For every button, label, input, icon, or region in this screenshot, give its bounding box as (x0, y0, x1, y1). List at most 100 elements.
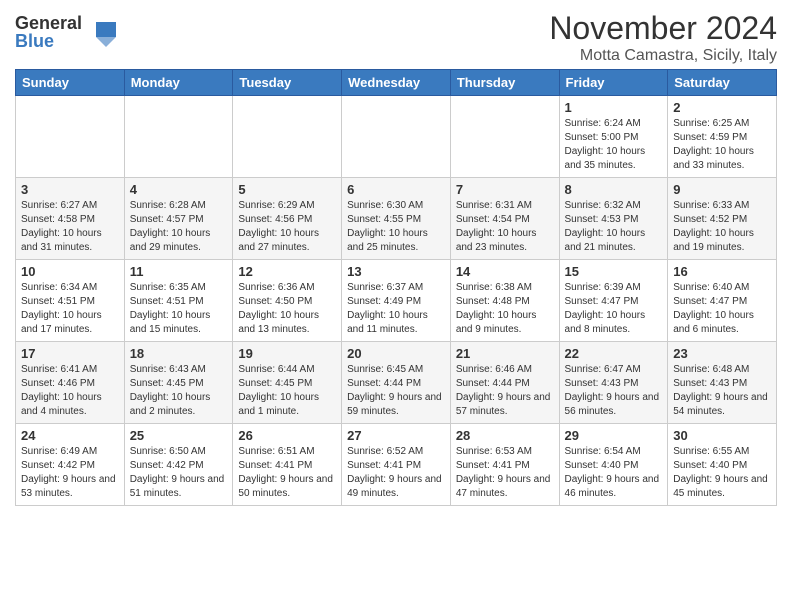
day-cell: 8 Sunrise: 6:32 AM Sunset: 4:53 PM Daylig… (559, 178, 668, 260)
title-area: November 2024 Motta Camastra, Sicily, It… (549, 10, 777, 65)
day-info: Sunrise: 6:32 AM Sunset: 4:53 PM Dayligh… (565, 199, 663, 255)
day-cell (342, 96, 451, 178)
day-info: Sunrise: 6:49 AM Sunset: 4:42 PM Dayligh… (21, 445, 119, 501)
week-row-1: 1 Sunrise: 6:24 AM Sunset: 5:00 PM Daylig… (16, 96, 777, 178)
col-header-saturday: Saturday (668, 70, 777, 96)
day-info: Sunrise: 6:38 AM Sunset: 4:48 PM Dayligh… (456, 281, 554, 337)
day-number: 9 (673, 182, 771, 197)
week-row-4: 17 Sunrise: 6:41 AM Sunset: 4:46 PM Dayli… (16, 342, 777, 424)
day-cell (16, 96, 125, 178)
day-info: Sunrise: 6:51 AM Sunset: 4:41 PM Dayligh… (238, 445, 336, 501)
day-info: Sunrise: 6:25 AM Sunset: 4:59 PM Dayligh… (673, 117, 771, 173)
day-number: 22 (565, 346, 663, 361)
month-title: November 2024 (549, 10, 777, 47)
day-cell: 16Sunrise: 6:40 AM Sunset: 4:47 PM Dayli… (668, 260, 777, 342)
day-number: 1 (565, 100, 663, 115)
day-number: 8 (565, 182, 663, 197)
subtitle: Motta Camastra, Sicily, Italy (549, 47, 777, 65)
day-cell (450, 96, 559, 178)
main-container: General Blue November 2024 Motta Camastr… (0, 0, 792, 511)
day-info: Sunrise: 6:43 AM Sunset: 4:45 PM Dayligh… (130, 363, 228, 419)
day-cell: 5Sunrise: 6:29 AM Sunset: 4:56 PM Daylig… (233, 178, 342, 260)
day-cell: 1 Sunrise: 6:24 AM Sunset: 5:00 PM Daylig… (559, 96, 668, 178)
day-number: 21 (456, 346, 554, 361)
day-cell: 9 Sunrise: 6:33 AM Sunset: 4:52 PM Daylig… (668, 178, 777, 260)
logo: General Blue (15, 14, 116, 50)
day-cell: 12 Sunrise: 6:36 AM Sunset: 4:50 PM Dayli… (233, 260, 342, 342)
day-info: Sunrise: 6:53 AM Sunset: 4:41 PM Dayligh… (456, 445, 554, 501)
day-cell: 28Sunrise: 6:53 AM Sunset: 4:41 PM Dayli… (450, 424, 559, 506)
day-number: 4 (130, 182, 228, 197)
day-info: Sunrise: 6:55 AM Sunset: 4:40 PM Dayligh… (673, 445, 771, 501)
logo-icon (86, 17, 116, 47)
day-info: Sunrise: 6:24 AM Sunset: 5:00 PM Dayligh… (565, 117, 663, 173)
day-cell: 2 Sunrise: 6:25 AM Sunset: 4:59 PM Daylig… (668, 96, 777, 178)
day-number: 12 (238, 264, 336, 279)
day-cell (233, 96, 342, 178)
day-number: 17 (21, 346, 119, 361)
day-number: 11 (130, 264, 228, 279)
day-cell (124, 96, 233, 178)
day-number: 10 (21, 264, 119, 279)
day-number: 24 (21, 428, 119, 443)
header: General Blue November 2024 Motta Camastr… (15, 10, 777, 65)
day-number: 29 (565, 428, 663, 443)
day-cell: 18Sunrise: 6:43 AM Sunset: 4:45 PM Dayli… (124, 342, 233, 424)
day-info: Sunrise: 6:45 AM Sunset: 4:44 PM Dayligh… (347, 363, 445, 419)
day-cell: 14 Sunrise: 6:38 AM Sunset: 4:48 PM Dayli… (450, 260, 559, 342)
day-info: Sunrise: 6:35 AM Sunset: 4:51 PM Dayligh… (130, 281, 228, 337)
day-number: 13 (347, 264, 445, 279)
day-info: Sunrise: 6:54 AM Sunset: 4:40 PM Dayligh… (565, 445, 663, 501)
day-number: 2 (673, 100, 771, 115)
day-info: Sunrise: 6:46 AM Sunset: 4:44 PM Dayligh… (456, 363, 554, 419)
day-cell: 10 Sunrise: 6:34 AM Sunset: 4:51 PM Dayli… (16, 260, 125, 342)
day-cell: 3 Sunrise: 6:27 AM Sunset: 4:58 PM Daylig… (16, 178, 125, 260)
day-info: Sunrise: 6:47 AM Sunset: 4:43 PM Dayligh… (565, 363, 663, 419)
day-cell: 11 Sunrise: 6:35 AM Sunset: 4:51 PM Dayli… (124, 260, 233, 342)
day-info: Sunrise: 6:28 AM Sunset: 4:57 PM Dayligh… (130, 199, 228, 255)
week-row-3: 10 Sunrise: 6:34 AM Sunset: 4:51 PM Dayli… (16, 260, 777, 342)
day-number: 7 (456, 182, 554, 197)
day-cell: 17 Sunrise: 6:41 AM Sunset: 4:46 PM Dayli… (16, 342, 125, 424)
day-cell: 29 Sunrise: 6:54 AM Sunset: 4:40 PM Dayli… (559, 424, 668, 506)
day-number: 30 (673, 428, 771, 443)
day-number: 19 (238, 346, 336, 361)
day-cell: 7Sunrise: 6:31 AM Sunset: 4:54 PM Daylig… (450, 178, 559, 260)
col-header-tuesday: Tuesday (233, 70, 342, 96)
day-cell: 19 Sunrise: 6:44 AM Sunset: 4:45 PM Dayli… (233, 342, 342, 424)
day-number: 15 (565, 264, 663, 279)
day-cell: 26Sunrise: 6:51 AM Sunset: 4:41 PM Dayli… (233, 424, 342, 506)
col-header-wednesday: Wednesday (342, 70, 451, 96)
day-cell: 6Sunrise: 6:30 AM Sunset: 4:55 PM Daylig… (342, 178, 451, 260)
day-number: 5 (238, 182, 336, 197)
day-cell: 15 Sunrise: 6:39 AM Sunset: 4:47 PM Dayli… (559, 260, 668, 342)
day-info: Sunrise: 6:34 AM Sunset: 4:51 PM Dayligh… (21, 281, 119, 337)
day-cell: 21 Sunrise: 6:46 AM Sunset: 4:44 PM Dayli… (450, 342, 559, 424)
day-cell: 30 Sunrise: 6:55 AM Sunset: 4:40 PM Dayli… (668, 424, 777, 506)
day-number: 27 (347, 428, 445, 443)
logo-general: General (15, 14, 82, 32)
day-info: Sunrise: 6:39 AM Sunset: 4:47 PM Dayligh… (565, 281, 663, 337)
day-info: Sunrise: 6:33 AM Sunset: 4:52 PM Dayligh… (673, 199, 771, 255)
day-number: 20 (347, 346, 445, 361)
col-header-monday: Monday (124, 70, 233, 96)
logo-text: General Blue (15, 14, 82, 50)
day-cell: 23Sunrise: 6:48 AM Sunset: 4:43 PM Dayli… (668, 342, 777, 424)
day-info: Sunrise: 6:52 AM Sunset: 4:41 PM Dayligh… (347, 445, 445, 501)
day-info: Sunrise: 6:44 AM Sunset: 4:45 PM Dayligh… (238, 363, 336, 419)
day-info: Sunrise: 6:36 AM Sunset: 4:50 PM Dayligh… (238, 281, 336, 337)
day-info: Sunrise: 6:50 AM Sunset: 4:42 PM Dayligh… (130, 445, 228, 501)
day-info: Sunrise: 6:27 AM Sunset: 4:58 PM Dayligh… (21, 199, 119, 255)
day-number: 3 (21, 182, 119, 197)
col-header-sunday: Sunday (16, 70, 125, 96)
week-row-5: 24 Sunrise: 6:49 AM Sunset: 4:42 PM Dayli… (16, 424, 777, 506)
day-cell: 20 Sunrise: 6:45 AM Sunset: 4:44 PM Dayli… (342, 342, 451, 424)
day-info: Sunrise: 6:37 AM Sunset: 4:49 PM Dayligh… (347, 281, 445, 337)
day-cell: 25Sunrise: 6:50 AM Sunset: 4:42 PM Dayli… (124, 424, 233, 506)
day-cell: 22 Sunrise: 6:47 AM Sunset: 4:43 PM Dayli… (559, 342, 668, 424)
col-header-friday: Friday (559, 70, 668, 96)
day-info: Sunrise: 6:41 AM Sunset: 4:46 PM Dayligh… (21, 363, 119, 419)
day-info: Sunrise: 6:30 AM Sunset: 4:55 PM Dayligh… (347, 199, 445, 255)
day-number: 14 (456, 264, 554, 279)
day-cell: 27 Sunrise: 6:52 AM Sunset: 4:41 PM Dayli… (342, 424, 451, 506)
